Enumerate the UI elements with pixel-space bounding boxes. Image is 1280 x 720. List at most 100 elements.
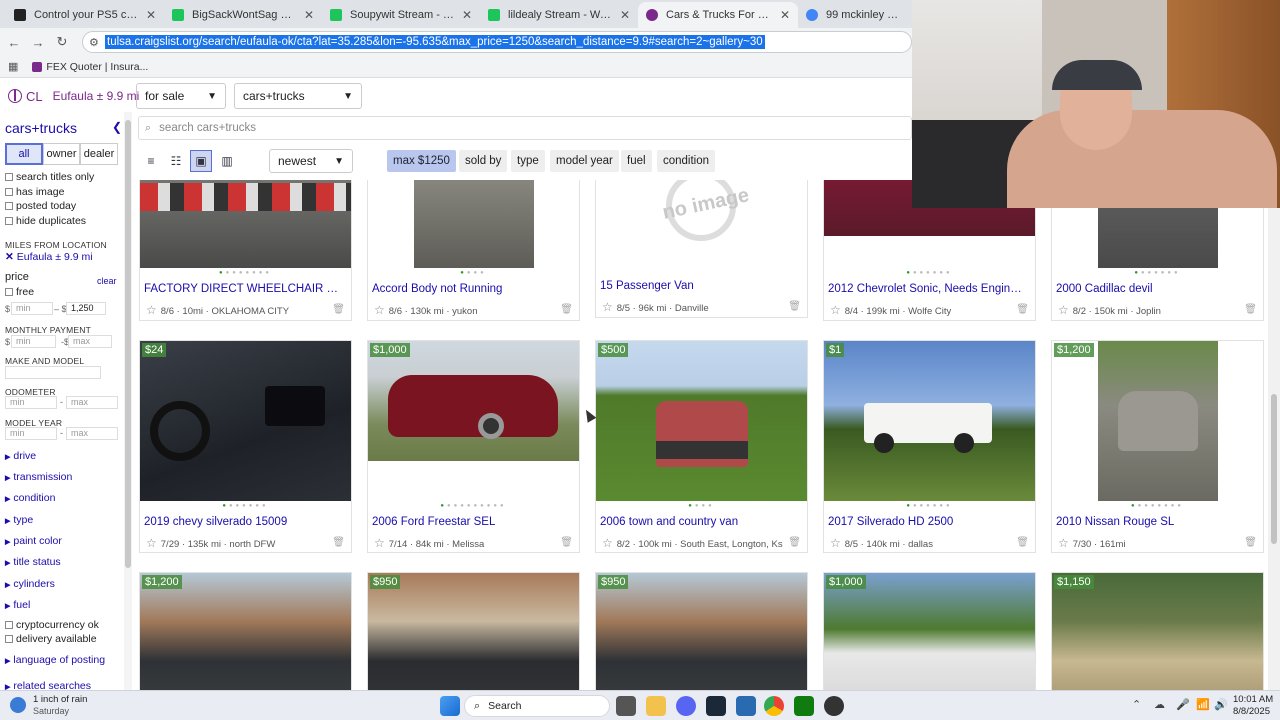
weather-text[interactable]: 1 inch of rain: [33, 694, 87, 705]
price-clear-link[interactable]: clear: [97, 276, 117, 286]
star-icon[interactable]: ☆: [602, 536, 613, 550]
trash-icon[interactable]: 🗑: [332, 537, 345, 548]
close-icon[interactable]: ✕: [462, 8, 472, 22]
type-expander[interactable]: ▶ type: [5, 514, 33, 526]
cl-logo[interactable]: CL: [26, 89, 43, 104]
seller-owner-button[interactable]: owner: [43, 143, 80, 165]
trash-icon[interactable]: 🗑: [1244, 537, 1257, 548]
list-view-icon[interactable]: ≡: [140, 150, 162, 172]
weather-icon[interactable]: [10, 697, 26, 713]
clock-date[interactable]: 8/8/2025: [1233, 706, 1270, 717]
reload-icon[interactable]: ↻: [50, 34, 74, 50]
monthly-max-input[interactable]: max: [68, 335, 112, 348]
discord-icon[interactable]: [676, 696, 696, 716]
apps-grid-icon[interactable]: ▦: [8, 60, 18, 73]
max-price-filter[interactable]: max $1250: [387, 150, 456, 172]
listing-card[interactable]: $1 ●●●●●●● 2017 Silverado HD 2500 ☆ 8/5 ·…: [823, 340, 1036, 553]
make-model-input[interactable]: [5, 366, 101, 379]
gallery-view-icon[interactable]: ▣: [190, 150, 212, 172]
star-icon[interactable]: ☆: [146, 303, 157, 317]
year-max-input[interactable]: max: [66, 427, 118, 440]
sidebar-scrollbar[interactable]: [124, 112, 132, 690]
listing-card[interactable]: ●●●● Accord Body not Running ☆ 8/6 · 130k…: [367, 180, 580, 321]
close-icon[interactable]: ✕: [146, 8, 156, 22]
listing-card[interactable]: $500 ●●●● 2006 town and country van ☆ 8/2…: [595, 340, 808, 553]
search-titles-checkbox[interactable]: search titles only: [5, 171, 94, 183]
url-field[interactable]: ⚙ tulsa.craigslist.org/search/eufaula-ok…: [82, 31, 912, 53]
listing-image[interactable]: [596, 573, 807, 690]
seller-all-button[interactable]: all: [5, 143, 43, 165]
listing-title[interactable]: Accord Body not Running: [372, 283, 572, 295]
section-dropdown[interactable]: for sale ▼: [136, 83, 226, 109]
listing-title[interactable]: 2010 Nissan Rouge SL: [1056, 516, 1256, 528]
map-view-icon[interactable]: ▥: [216, 150, 238, 172]
miles-value[interactable]: ✕ Eufaula ± 9.9 mi: [5, 251, 93, 263]
delivery-checkbox[interactable]: delivery available: [5, 633, 97, 645]
category-dropdown[interactable]: cars+trucks ▼: [234, 83, 362, 109]
steam-icon[interactable]: [706, 696, 726, 716]
cylinders-expander[interactable]: ▶ cylinders: [5, 578, 55, 590]
listing-image[interactable]: [140, 180, 351, 268]
related-searches-expander[interactable]: ▶ related searches: [5, 680, 91, 690]
browser-tab[interactable]: 99 mckinley oklahoma - G: [798, 2, 912, 28]
listing-image[interactable]: [368, 341, 579, 461]
listing-title[interactable]: 2006 Ford Freestar SEL: [372, 516, 572, 528]
chrome-icon[interactable]: [764, 696, 784, 716]
listing-image[interactable]: [596, 341, 807, 501]
mic-icon[interactable]: 🎤: [1176, 698, 1190, 711]
listing-image[interactable]: [140, 573, 351, 690]
star-icon[interactable]: ☆: [602, 300, 613, 314]
browser-tab-active[interactable]: Cars & Trucks For Sale near Euf✕: [638, 2, 798, 28]
listing-card[interactable]: $1,150: [1051, 572, 1264, 690]
trash-icon[interactable]: 🗑: [1016, 304, 1029, 315]
price-max-input[interactable]: 1,250: [66, 302, 106, 315]
price-min-input[interactable]: min: [11, 302, 53, 315]
listing-image[interactable]: [368, 180, 579, 268]
trash-icon[interactable]: 🗑: [560, 304, 573, 315]
forward-icon[interactable]: →: [26, 35, 50, 50]
listing-title[interactable]: 2017 Silverado HD 2500: [828, 516, 1028, 528]
listing-image[interactable]: [368, 573, 579, 690]
drive-expander[interactable]: ▶ drive: [5, 450, 36, 462]
listing-title[interactable]: 2006 town and country van: [600, 516, 800, 528]
condition-expander[interactable]: ▶ condition: [5, 492, 55, 504]
peace-logo-icon[interactable]: [8, 89, 22, 103]
site-info-icon[interactable]: ⚙: [89, 36, 99, 49]
type-filter[interactable]: type: [511, 150, 545, 172]
trash-icon[interactable]: 🗑: [1016, 537, 1029, 548]
model-year-filter[interactable]: model year: [550, 150, 619, 172]
location-selector[interactable]: Eufaula ± 9.9 mi: [53, 89, 140, 103]
trash-icon[interactable]: 🗑: [1244, 304, 1257, 315]
task-view-icon[interactable]: [616, 696, 636, 716]
browser-tab[interactable]: BigSackWontSag Stream - Watc✕: [164, 2, 322, 28]
listing-card[interactable]: $24 ●●●●●●● 2019 chevy silverado 15009 ☆…: [139, 340, 352, 553]
trash-icon[interactable]: 🗑: [560, 537, 573, 548]
crypto-ok-checkbox[interactable]: cryptocurrency ok: [5, 619, 99, 631]
app-icon[interactable]: [824, 696, 844, 716]
back-icon[interactable]: ←: [2, 35, 26, 50]
taskbar-search[interactable]: ⌕ Search: [464, 695, 610, 717]
trash-icon[interactable]: 🗑: [788, 537, 801, 548]
trash-icon[interactable]: 🗑: [332, 304, 345, 315]
page-scrollbar[interactable]: [1268, 208, 1280, 690]
star-icon[interactable]: ☆: [1058, 536, 1069, 550]
posted-today-checkbox[interactable]: posted today: [5, 200, 76, 212]
windows-start-icon[interactable]: [440, 696, 460, 716]
paint-color-expander[interactable]: ▶ paint color: [5, 535, 62, 547]
scrollbar-thumb[interactable]: [125, 120, 131, 568]
listing-title[interactable]: 2000 Cadillac devil: [1056, 283, 1256, 295]
listing-image[interactable]: [824, 573, 1035, 690]
chevron-up-icon[interactable]: ⌃: [1132, 698, 1141, 711]
sold-by-filter[interactable]: sold by: [459, 150, 508, 172]
listing-card[interactable]: $950: [595, 572, 808, 690]
star-icon[interactable]: ☆: [1058, 303, 1069, 317]
cloud-icon[interactable]: ☁: [1154, 698, 1165, 711]
listing-card[interactable]: $1,200: [139, 572, 352, 690]
star-icon[interactable]: ☆: [830, 303, 841, 317]
fuel-filter[interactable]: fuel: [621, 150, 652, 172]
free-checkbox[interactable]: free: [5, 286, 34, 298]
listing-card[interactable]: $1,000 ●●●●●●●●●● 2006 Ford Freestar SEL…: [367, 340, 580, 553]
wifi-icon[interactable]: 📶: [1196, 698, 1210, 711]
scrollbar-thumb[interactable]: [1271, 394, 1277, 544]
star-icon[interactable]: ☆: [374, 303, 385, 317]
